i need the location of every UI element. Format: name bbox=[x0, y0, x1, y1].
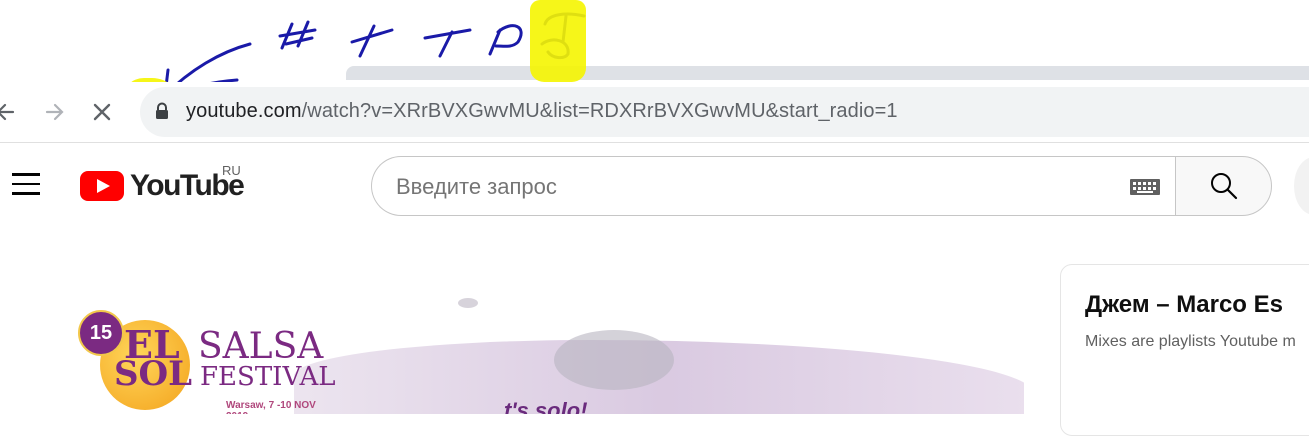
video-overlay-text: t's solo! bbox=[504, 398, 588, 414]
video-player[interactable]: 15 EL SOL SALSA FESTIVAL Warsaw, 7 -10 N… bbox=[34, 280, 1024, 414]
youtube-logo[interactable]: YouTube bbox=[80, 168, 245, 204]
search-input[interactable]: Введите запрос bbox=[371, 156, 1176, 216]
paint-stroke bbox=[554, 330, 674, 390]
hamburger-menu-icon[interactable] bbox=[12, 173, 42, 199]
mix-playlist-panel[interactable]: Джем – Marco Es Mixes are playlists Yout… bbox=[1060, 264, 1309, 436]
url-text[interactable]: youtube.com/watch?v=XRrBVXGwvMU&list=RDX… bbox=[186, 100, 898, 123]
festival-festival: FESTIVAL bbox=[200, 362, 336, 392]
forward-arrow-icon bbox=[45, 103, 64, 121]
search-button[interactable] bbox=[1175, 156, 1272, 216]
stop-button[interactable] bbox=[86, 96, 118, 128]
keyboard-icon[interactable] bbox=[1130, 179, 1160, 195]
youtube-header: YouTube RU Введите запрос bbox=[0, 143, 1309, 229]
address-bar[interactable]: youtube.com/watch?v=XRrBVXGwvMU&list=RDX… bbox=[140, 87, 1309, 137]
url-path: /watch?v=XRrBVXGwvMU&list=RDXRrBVXGwvMU&… bbox=[301, 100, 898, 122]
lock-icon[interactable] bbox=[155, 102, 169, 120]
festival-logo: 15 EL SOL SALSA FESTIVAL Warsaw, 7 -10 N… bbox=[78, 310, 336, 414]
search-placeholder: Введите запрос bbox=[396, 174, 557, 199]
forward-button[interactable] bbox=[38, 96, 70, 128]
youtube-play-icon bbox=[80, 171, 124, 201]
festival-sol: SOL bbox=[114, 354, 193, 394]
festival-salsa: SALSA bbox=[198, 326, 324, 367]
mix-subtitle: Mixes are playlists Youtube m bbox=[1085, 333, 1296, 350]
tab-strip bbox=[346, 66, 1309, 80]
paint-stroke bbox=[458, 298, 478, 308]
close-icon bbox=[93, 103, 111, 121]
country-code: RU bbox=[222, 163, 241, 178]
search-icon bbox=[1210, 173, 1237, 200]
festival-date: Warsaw, 7 -10 NOV 2019 bbox=[226, 400, 316, 414]
voice-search-button[interactable] bbox=[1294, 157, 1309, 215]
browser-toolbar: youtube.com/watch?v=XRrBVXGwvMU&list=RDX… bbox=[0, 82, 1309, 142]
url-host: youtube.com bbox=[186, 100, 302, 122]
festival-badge: 15 bbox=[78, 310, 124, 356]
back-arrow-icon bbox=[0, 103, 15, 121]
back-button[interactable] bbox=[0, 96, 22, 128]
mix-title[interactable]: Джем – Marco Es bbox=[1085, 291, 1283, 319]
